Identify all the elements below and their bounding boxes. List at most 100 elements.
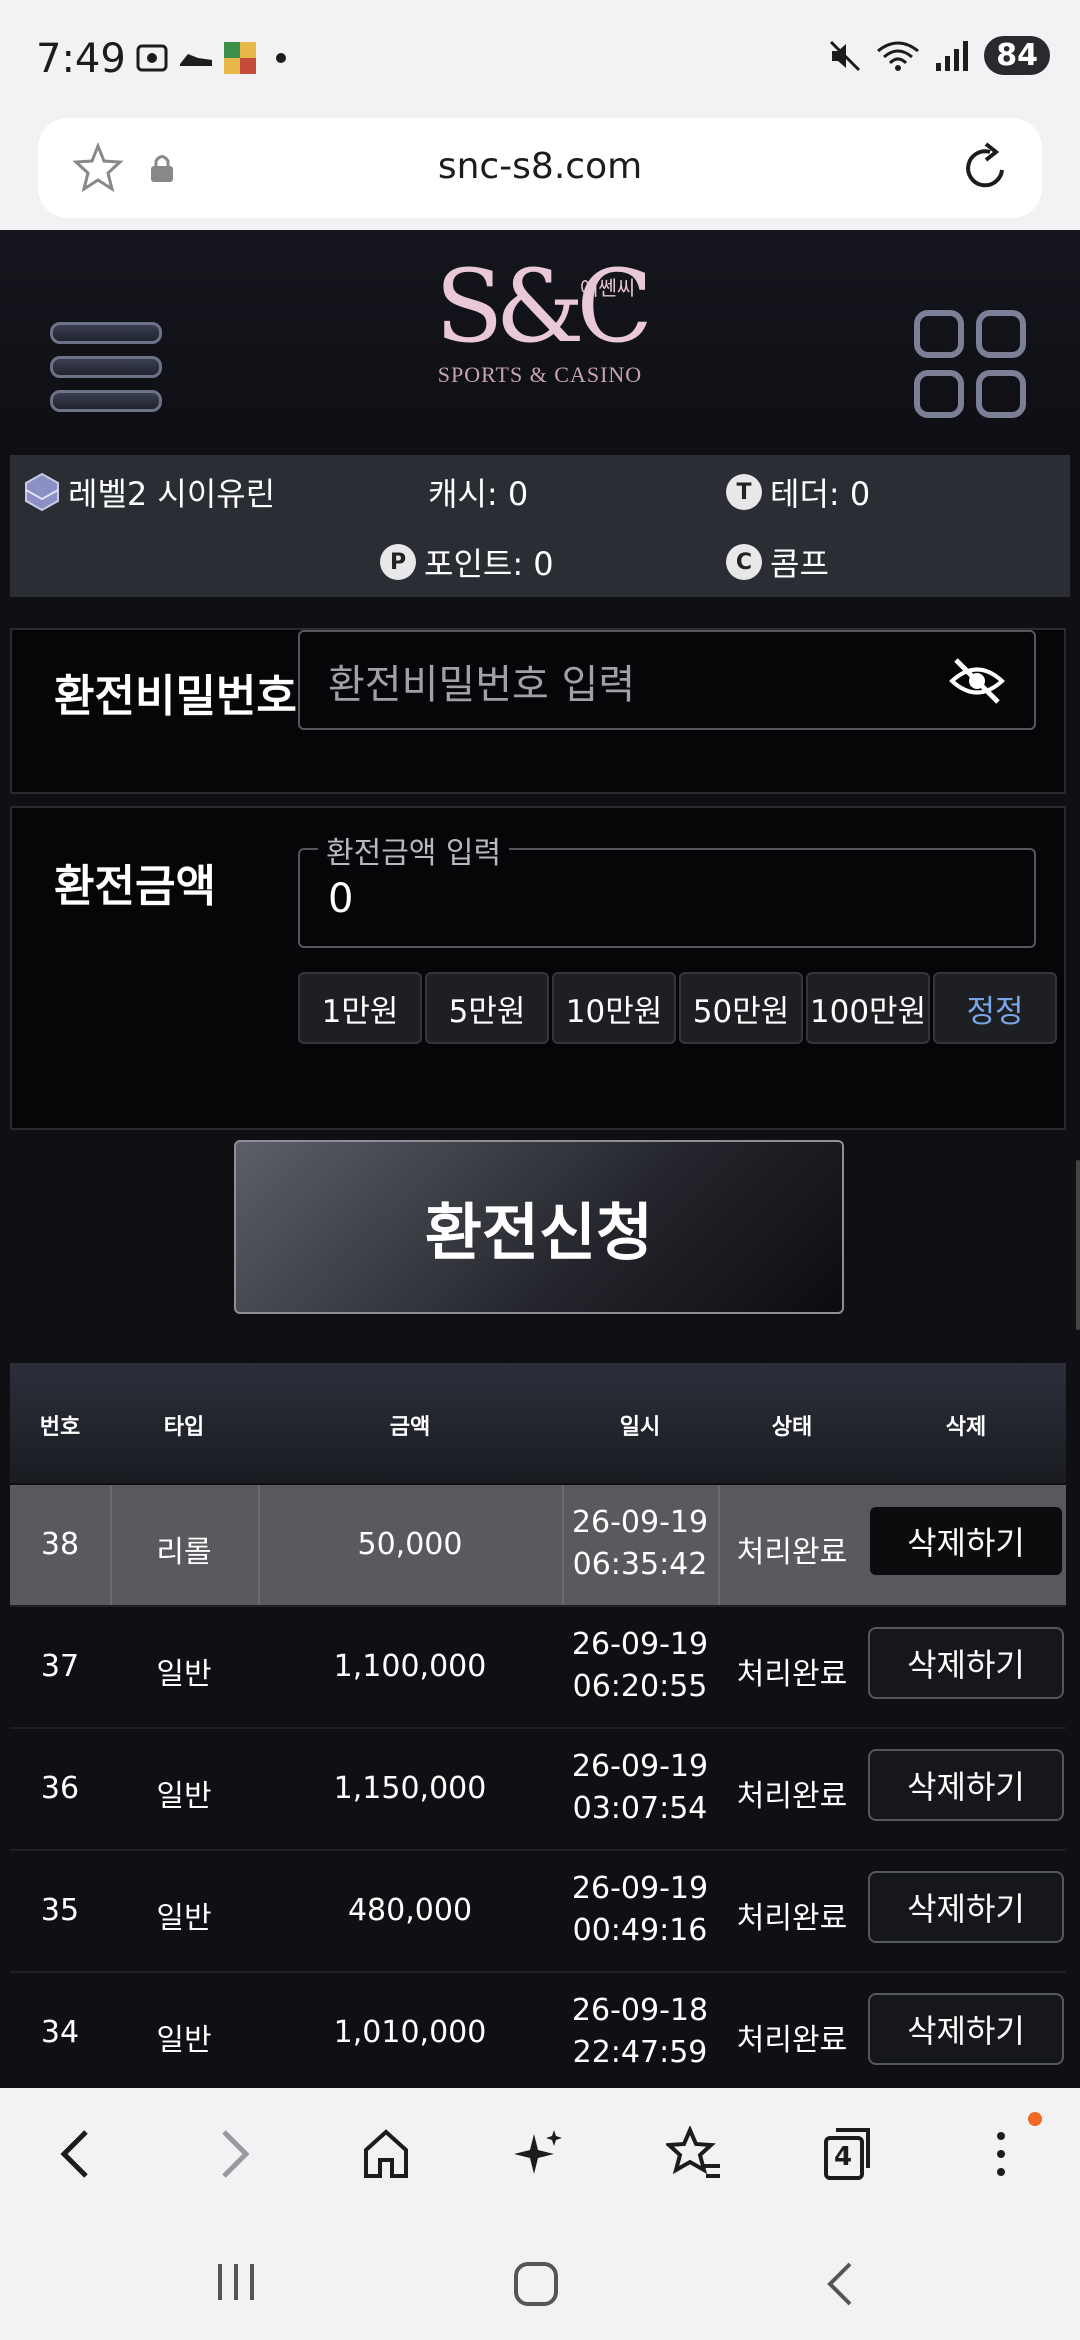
more-options-icon[interactable] <box>986 2126 1016 2182</box>
sparkle-icon[interactable] <box>512 2126 566 2182</box>
grid-cell <box>914 370 964 418</box>
more-notifications-dot <box>276 53 286 63</box>
forward-icon[interactable] <box>214 2126 254 2182</box>
cell-time: 06:35:42 <box>572 1547 708 1582</box>
scrollbar[interactable] <box>1076 1160 1080 1330</box>
menu-bar <box>50 322 162 344</box>
cell-date: 26-09-19 <box>571 1871 709 1906</box>
status-time: 7:49 <box>36 36 126 82</box>
level-name: 레벨2 시이유린 <box>68 475 276 513</box>
tether-icon: T <box>726 474 762 510</box>
browser-bottom-nav: 4 <box>0 2088 1080 2222</box>
cell-amount: 1,100,000 <box>333 1649 487 1684</box>
user-info-panel: 레벨2 시이유린 캐시: 0 T 테더: 0 P 포인트: 0 C 콤프 <box>10 455 1070 597</box>
comp-balance[interactable]: C 콤프 <box>726 539 829 585</box>
delete-button[interactable]: 삭제하기 <box>868 1505 1064 1577</box>
logo-mark: S&C <box>434 248 653 365</box>
cell-time: 06:20:55 <box>572 1669 708 1704</box>
delete-button[interactable]: 삭제하기 <box>868 1871 1064 1943</box>
grid-cell <box>976 310 1026 358</box>
cell-no: 36 <box>40 1771 80 1806</box>
url-text[interactable]: snc-s8.com <box>38 146 1042 187</box>
system-nav-bar <box>0 2222 1080 2340</box>
wifi-icon <box>877 41 920 71</box>
cell-time: 03:07:54 <box>572 1791 708 1826</box>
delete-button[interactable]: 삭제하기 <box>868 1627 1064 1699</box>
home-nav-icon[interactable] <box>512 2260 560 2308</box>
menu-button[interactable] <box>50 322 162 424</box>
address-bar[interactable]: snc-s8.com <box>38 118 1042 218</box>
point-icon: P <box>380 544 416 580</box>
tether-balance: T 테더: 0 <box>726 469 870 515</box>
reset-button[interactable]: 정정 <box>933 972 1057 1044</box>
header-type: 타입 <box>163 1415 205 1440</box>
shoe-icon <box>180 54 212 66</box>
notification-icons <box>134 40 286 76</box>
level-gem-icon <box>25 472 59 512</box>
cell-type: 일반 <box>156 1779 212 1814</box>
cell-amount: 1,150,000 <box>333 1771 487 1806</box>
tabs-button[interactable]: 4 <box>822 2126 874 2182</box>
password-input[interactable]: 환전비밀번호 입력 <box>298 630 1036 730</box>
amount-legend: 환전금액 입력 <box>318 828 510 872</box>
menu-bar <box>50 390 162 412</box>
table-row[interactable]: 36 일반 1,150,000 26-09-19 03:07:54 처리완료 삭… <box>10 1729 1066 1851</box>
cell-amount: 1,010,000 <box>333 2015 487 2050</box>
bookmarks-icon[interactable] <box>666 2126 722 2182</box>
chip-500k[interactable]: 50만원 <box>679 972 803 1044</box>
cell-status: 처리완료 <box>736 1779 848 1814</box>
back-nav-icon[interactable] <box>822 2260 858 2308</box>
grid-cell <box>976 370 1026 418</box>
site-logo[interactable]: S&C SPORTS & CASINO 에쎈씨 <box>430 248 653 452</box>
password-section: 환전비밀번호 환전비밀번호 입력 <box>10 628 1066 794</box>
menu-bar <box>50 356 162 378</box>
eye-off-icon[interactable] <box>948 656 1006 706</box>
cash-text: 캐시: 0 <box>428 475 529 513</box>
chip-100k[interactable]: 10만원 <box>552 972 676 1044</box>
status-bar: 7:49 84 <box>0 0 1080 118</box>
chip-1m[interactable]: 100만원 <box>806 972 930 1044</box>
chip-50k[interactable]: 5만원 <box>425 972 549 1044</box>
amount-label: 환전금액 <box>54 861 216 912</box>
password-label: 환전비밀번호 <box>54 671 297 722</box>
cell-time: 00:49:16 <box>572 1913 708 1948</box>
screenshot-icon <box>136 44 168 72</box>
cell-divider <box>562 1485 564 1605</box>
comp-icon: C <box>726 544 762 580</box>
grid-cell <box>914 310 964 358</box>
header-no: 번호 <box>39 1415 81 1440</box>
table-row[interactable]: 35 일반 480,000 26-09-19 00:49:16 처리완료 삭제하… <box>10 1851 1066 1973</box>
header-status: 상태 <box>771 1415 813 1440</box>
grid-menu-button[interactable] <box>914 310 1028 424</box>
cell-no: 38 <box>40 1527 80 1562</box>
cell-status: 처리완료 <box>736 1657 848 1692</box>
cell-status: 처리완료 <box>736 2023 848 2058</box>
table-row[interactable]: 38 리롤 50,000 26-09-19 06:35:42 처리완료 삭제하기 <box>10 1485 1066 1607</box>
status-right-icons: 84 <box>828 36 1050 75</box>
amount-input[interactable]: 환전금액 입력 0 <box>298 828 1036 948</box>
logo-korean: 에쎈씨 <box>580 276 636 300</box>
table-row[interactable]: 34 일반 1,010,000 26-09-18 22:47:59 처리완료 삭… <box>10 1973 1066 2095</box>
reload-icon[interactable] <box>960 140 1012 196</box>
header-amount: 금액 <box>389 1415 431 1440</box>
signal-icon <box>936 40 969 71</box>
home-icon[interactable] <box>360 2126 412 2182</box>
chip-10k[interactable]: 1만원 <box>298 972 422 1044</box>
cell-time: 22:47:59 <box>572 2035 708 2070</box>
notification-badge <box>1028 2112 1042 2126</box>
cell-type: 리롤 <box>156 1535 212 1570</box>
delete-button[interactable]: 삭제하기 <box>868 1993 1064 2065</box>
delete-button[interactable]: 삭제하기 <box>868 1749 1064 1821</box>
recent-apps-icon[interactable] <box>214 2260 258 2304</box>
cell-divider <box>258 1485 260 1605</box>
table-row[interactable]: 37 일반 1,100,000 26-09-19 06:20:55 처리완료 삭… <box>10 1607 1066 1729</box>
cell-date: 26-09-19 <box>571 1505 709 1540</box>
submit-exchange-button[interactable]: 환전신청 <box>234 1140 844 1314</box>
back-icon[interactable] <box>56 2126 96 2182</box>
cell-type: 일반 <box>156 2023 212 2058</box>
game-icon <box>224 42 256 74</box>
cell-type: 일반 <box>156 1901 212 1936</box>
point-text: 포인트: 0 <box>424 545 554 583</box>
password-placeholder: 환전비밀번호 입력 <box>328 662 636 708</box>
amount-chips: 1만원 5만원 10만원 50만원 100만원 정정 <box>298 972 1057 1044</box>
